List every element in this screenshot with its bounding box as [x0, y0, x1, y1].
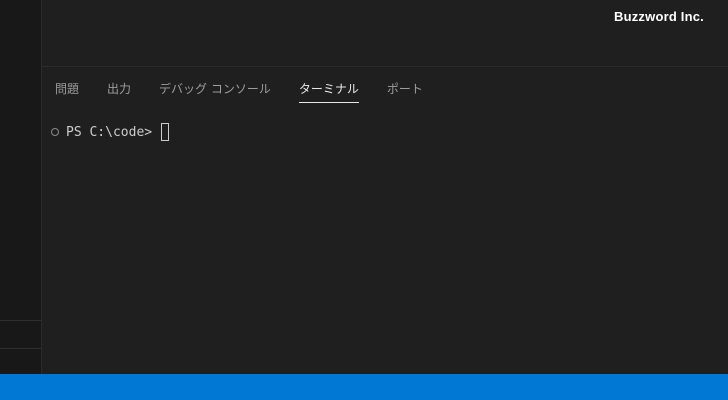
panel-tabs: 問題 出力 デバッグ コンソール ターミナル ポート: [55, 67, 451, 107]
terminal-prompt: PS C:\code>: [66, 124, 153, 140]
tab-ports[interactable]: ポート: [387, 67, 423, 107]
terminal-prompt-line[interactable]: PS C:\code>: [51, 122, 170, 142]
tab-output[interactable]: 出力: [107, 67, 131, 107]
terminal-cursor: [161, 123, 170, 141]
watermark: Buzzword Inc.: [614, 9, 704, 24]
sidebar-divider: [0, 348, 42, 349]
sidebar-divider: [0, 320, 42, 321]
tab-problems[interactable]: 問題: [55, 67, 79, 107]
primary-sidebar: [0, 0, 42, 374]
editor-area: Buzzword Inc.: [42, 0, 728, 67]
vscode-window: Buzzword Inc. 問題 出力 デバッグ コンソール ターミナル ポート…: [0, 0, 728, 400]
command-decoration-icon[interactable]: [51, 128, 59, 136]
tab-debug-console[interactable]: デバッグ コンソール: [159, 67, 271, 107]
status-bar: [0, 374, 728, 400]
bottom-panel: 問題 出力 デバッグ コンソール ターミナル ポート PS C:\code>: [42, 67, 728, 374]
tab-terminal[interactable]: ターミナル: [298, 67, 359, 107]
